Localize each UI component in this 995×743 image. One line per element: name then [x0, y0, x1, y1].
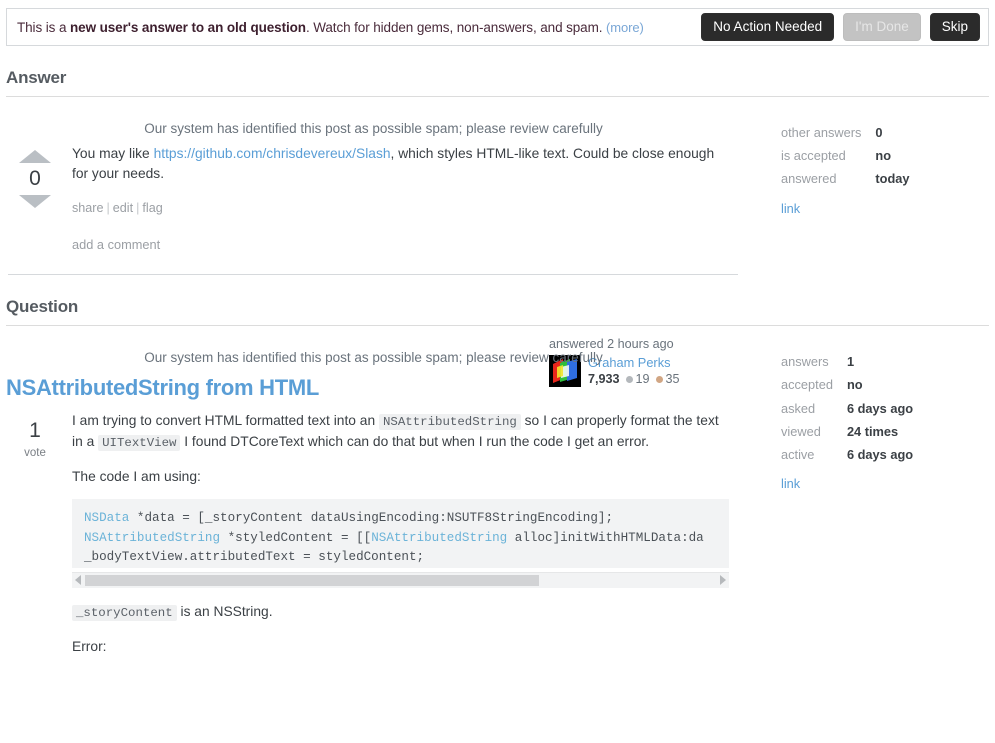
- answer-post: Our system has identified this post as p…: [6, 97, 989, 387]
- answer-vote-cell: 0: [6, 144, 64, 215]
- answer-section: Answer Our system has identified this po…: [6, 46, 989, 387]
- code-type-token-3: NSAttributedString: [371, 530, 508, 545]
- q-p3-tail: is an NSString.: [176, 603, 273, 619]
- stat-key: other answers: [781, 125, 862, 140]
- table-row: accepted no: [781, 375, 913, 398]
- review-task-banner: This is a new user's answer to an old qu…: [6, 8, 989, 46]
- answer-stats-table: other answers 0 is accepted no answered …: [781, 123, 910, 193]
- table-row: viewed 24 times: [781, 422, 913, 445]
- question-paragraph-3: _storyContent is an NSString.: [72, 602, 729, 623]
- table-row: other answers 0: [781, 123, 910, 146]
- question-section: Question Our system has identified this …: [6, 275, 989, 657]
- code-text-1: *data = [_storyContent dataUsingEncoding…: [129, 511, 614, 526]
- q-p1-c: I found DTCoreText which can do that but…: [180, 434, 650, 450]
- answer-post-menu: share | edit | flag: [72, 201, 729, 215]
- answer-spam-notice: Our system has identified this post as p…: [144, 121, 603, 136]
- code-type-token-2: NSAttributedString: [84, 530, 221, 545]
- review-banner-text: This is a new user's answer to an old qu…: [17, 20, 701, 35]
- code-text-4: _bodyTextView.attributedText = styledCon…: [84, 550, 425, 565]
- answer-post-main: Our system has identified this post as p…: [6, 97, 741, 387]
- answer-body-link[interactable]: https://github.com/chrisdevereux/Slash: [154, 146, 391, 161]
- question-spam-notice: Our system has identified this post as p…: [144, 350, 603, 366]
- review-text-emphasis: new user's answer to an old question: [70, 19, 306, 35]
- stat-key: viewed: [781, 423, 821, 439]
- question-body-row: 1 vote I am trying to convert HTML forma…: [6, 411, 741, 657]
- stat-value: 6 days ago: [846, 446, 914, 462]
- share-link[interactable]: share: [72, 201, 104, 215]
- question-vote-cell: 1 vote: [6, 411, 64, 657]
- answer-text-lead: You may like: [72, 146, 154, 161]
- answer-vote-score: 0: [29, 167, 41, 190]
- answer-stats-panel: other answers 0 is accepted no answered …: [741, 97, 910, 275]
- review-text-lead: This is a: [17, 19, 71, 35]
- question-paragraph-4: Error:: [72, 638, 107, 654]
- edit-link[interactable]: edit: [113, 201, 133, 215]
- question-stats-table: answers 1 accepted no asked 6 days ago v…: [781, 352, 913, 468]
- question-post-cell: I am trying to convert HTML formatted te…: [64, 411, 741, 657]
- code-type-token-1: NSData: [84, 511, 130, 526]
- question-code-block: NSData *data = [_storyContent dataUsingE…: [72, 499, 729, 568]
- scroll-left-arrow-icon[interactable]: [75, 575, 81, 586]
- stat-key: accepted: [781, 377, 833, 393]
- stat-value: 1: [846, 354, 855, 370]
- menu-separator-1: |: [106, 201, 110, 216]
- inline-code-nsattributedstring: NSAttributedString: [378, 414, 521, 431]
- code-text-3: alloc]initWithHTMLData:da: [507, 530, 704, 545]
- menu-separator-2: |: [136, 201, 140, 216]
- stat-value: 24 times: [846, 423, 899, 439]
- table-row: active 6 days ago: [781, 445, 913, 468]
- stat-value: 0: [875, 125, 883, 140]
- upvote-arrow-icon[interactable]: [19, 150, 51, 163]
- table-row: answers 1: [781, 352, 913, 375]
- add-a-comment-link[interactable]: add a comment: [72, 237, 741, 252]
- skip-button[interactable]: Skip: [929, 12, 980, 42]
- stat-value: no: [875, 148, 892, 164]
- stat-key: answered: [781, 171, 837, 187]
- stat-value: 6 days ago: [846, 400, 914, 416]
- answer-section-heading: Answer: [6, 68, 67, 87]
- table-row: answered today: [781, 169, 910, 192]
- review-action-buttons: No Action Needed I'm Done Skip: [701, 12, 980, 42]
- answer-post-divider: [8, 274, 738, 276]
- review-text-tail: . Watch for hidden gems, non-answers, an…: [305, 19, 607, 35]
- table-row: asked 6 days ago: [781, 399, 913, 422]
- stat-key: answers: [781, 354, 829, 370]
- question-stats-panel: answers 1 accepted no asked 6 days ago v…: [741, 326, 913, 657]
- question-section-heading: Question: [6, 297, 79, 317]
- answer-body-text: You may like https://github.com/chrisdev…: [72, 144, 729, 183]
- table-row: is accepted no: [781, 146, 910, 169]
- scroll-right-arrow-icon[interactable]: [720, 575, 726, 586]
- code-text-2: *styledContent = [[: [220, 530, 372, 545]
- stat-key: active: [781, 446, 815, 462]
- inline-code-uitextview: UITextView: [98, 435, 181, 452]
- stat-key: is accepted: [781, 148, 846, 164]
- question-post: Our system has identified this post as p…: [6, 326, 989, 657]
- im-done-button[interactable]: I'm Done: [843, 12, 921, 42]
- stat-value: today: [875, 171, 910, 187]
- answer-post-cell: You may like https://github.com/chrisdev…: [64, 144, 741, 215]
- scrollbar-thumb[interactable]: [85, 574, 540, 586]
- answer-body-row: 0 You may like https://github.com/chrisd…: [6, 144, 741, 215]
- question-paragraph-2: The code I am using:: [72, 469, 201, 485]
- question-paragraph-1: I am trying to convert HTML formatted te…: [72, 411, 729, 453]
- inline-code-storycontent: _storyContent: [72, 604, 177, 621]
- question-vote-label: vote: [24, 446, 46, 459]
- question-permalink[interactable]: link: [781, 476, 913, 491]
- scrollbar-track[interactable]: [85, 574, 716, 586]
- no-action-needed-button[interactable]: No Action Needed: [701, 12, 835, 42]
- downvote-arrow-icon[interactable]: [19, 194, 51, 208]
- code-horizontal-scrollbar[interactable]: [72, 571, 729, 588]
- stat-value: no: [846, 377, 863, 393]
- review-more-link[interactable]: (more): [606, 20, 644, 35]
- answer-permalink[interactable]: link: [781, 201, 910, 216]
- stat-key: asked: [781, 400, 816, 416]
- flag-link[interactable]: flag: [142, 201, 162, 215]
- q-p1-a: I am trying to convert HTML formatted te…: [72, 413, 379, 429]
- question-vote-score: 1: [29, 419, 41, 443]
- question-title[interactable]: NSAttributedString from HTML: [6, 375, 741, 401]
- question-post-main: Our system has identified this post as p…: [6, 326, 741, 657]
